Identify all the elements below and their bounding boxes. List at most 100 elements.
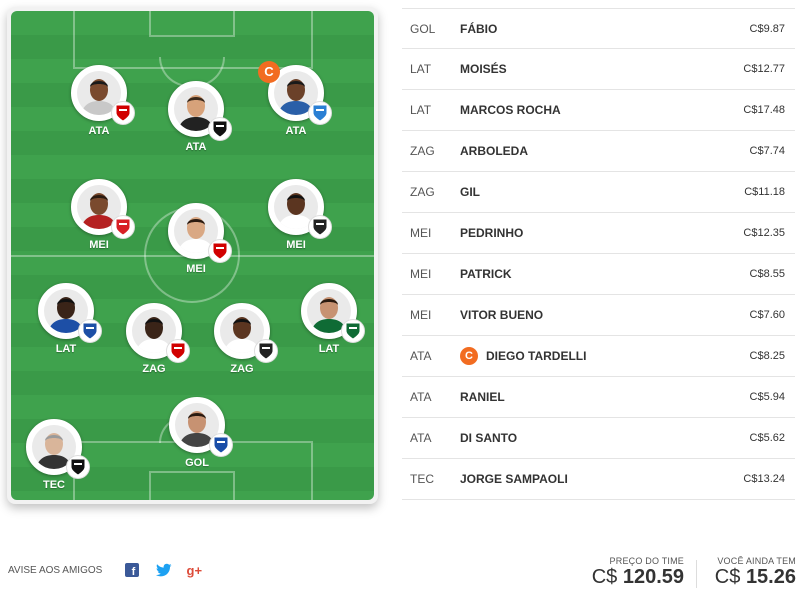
field-player[interactable]: C ATA xyxy=(251,61,341,137)
list-item[interactable]: MEI PEDRINHO C$12.35 xyxy=(402,213,795,254)
list-item[interactable]: ZAG GIL C$11.18 xyxy=(402,172,795,213)
team-price-label: PREÇO DO TIME xyxy=(609,556,684,566)
corinthians-crest-icon xyxy=(308,215,332,239)
list-player-name: ARBOLEDA xyxy=(460,144,705,158)
list-item[interactable]: ATA DI SANTO C$5.62 xyxy=(402,418,795,459)
list-player-name: PATRICK xyxy=(460,267,705,281)
list-item[interactable]: MEI PATRICK C$8.55 xyxy=(402,254,795,295)
list-player-name: C DIEGO TARDELLI xyxy=(460,347,705,365)
santos-crest-icon xyxy=(66,455,90,479)
player-photo xyxy=(38,283,102,343)
player-name-text: VITOR BUENO xyxy=(460,308,544,322)
twitter-icon[interactable] xyxy=(156,562,172,578)
list-item[interactable]: LAT MARCOS ROCHA C$17.48 xyxy=(402,90,795,131)
list-item[interactable]: ZAG ARBOLEDA C$7.74 xyxy=(402,131,795,172)
cruzeiro-crest-icon xyxy=(209,433,233,457)
team-price-value: C$ 120.59 xyxy=(588,566,684,589)
sao-paulo-crest-icon xyxy=(166,339,190,363)
player-position-label: ATA xyxy=(88,125,110,137)
list-price: C$17.48 xyxy=(743,104,785,116)
player-position-label: MEI xyxy=(186,263,206,275)
list-player-name: MARCOS ROCHA xyxy=(460,103,705,117)
field-player[interactable]: LAT xyxy=(284,283,374,355)
player-photo xyxy=(71,65,135,125)
list-price: C$5.94 xyxy=(749,391,785,403)
goal-box-bottom xyxy=(149,471,235,500)
list-position: ZAG xyxy=(410,185,435,199)
list-price: C$12.77 xyxy=(743,63,785,75)
field-player[interactable]: LAT xyxy=(21,283,111,355)
bahia-crest-icon xyxy=(78,319,102,343)
player-name-text: DIEGO TARDELLI xyxy=(486,349,587,363)
list-position: LAT xyxy=(410,103,432,117)
list-item[interactable]: TEC JORGE SAMPAOLI C$13.24 xyxy=(402,459,795,500)
share-bar: AVISE AOS AMIGOS f g+ xyxy=(8,562,202,578)
list-position: ATA xyxy=(410,431,432,445)
corinthians-crest-icon xyxy=(254,339,278,363)
field-player[interactable]: ZAG xyxy=(109,303,199,375)
list-player-name: DI SANTO xyxy=(460,431,705,445)
list-item[interactable]: ATA RANIEL C$5.94 xyxy=(402,377,795,418)
list-player-name: FÁBIO xyxy=(460,22,705,36)
field-player[interactable]: MEI xyxy=(54,179,144,251)
field-player[interactable]: MEI xyxy=(251,179,341,251)
captain-icon: C xyxy=(460,347,478,365)
facebook-glyph: f xyxy=(132,566,136,577)
list-position: TEC xyxy=(410,472,434,486)
player-name-text: FÁBIO xyxy=(460,21,498,36)
list-player-name: VITOR BUENO xyxy=(460,308,705,322)
goal-box-top xyxy=(149,11,235,37)
player-name-text: GIL xyxy=(460,185,480,199)
field-player[interactable]: TEC xyxy=(11,419,99,491)
remaining-value: C$ 15.26 xyxy=(704,566,796,589)
player-photo xyxy=(26,419,90,479)
player-position-label: TEC xyxy=(43,479,65,491)
remaining-stat: VOCÊ AINDA TEM C$ 15.26 xyxy=(704,556,796,589)
remaining-number: 15.26 xyxy=(745,566,796,588)
player-photo xyxy=(126,303,190,363)
google-plus-icon[interactable]: g+ xyxy=(186,562,203,578)
player-position-label: LAT xyxy=(55,343,77,355)
field-player[interactable]: ATA xyxy=(151,81,241,153)
list-price: C$8.25 xyxy=(749,350,785,362)
list-price: C$7.60 xyxy=(749,309,785,321)
list-item[interactable]: GOL FÁBIO C$9.87 xyxy=(402,8,795,49)
player-name-text: RANIEL xyxy=(460,390,505,404)
list-item[interactable]: MEI VITOR BUENO C$7.60 xyxy=(402,295,795,336)
player-photo xyxy=(168,81,232,141)
list-price: C$12.35 xyxy=(743,227,785,239)
list-price: C$11.18 xyxy=(744,186,785,198)
list-price: C$5.62 xyxy=(749,432,785,444)
player-position-label: ZAG xyxy=(230,363,254,375)
player-name-text: DI SANTO xyxy=(460,431,518,445)
player-position-label: MEI xyxy=(89,239,109,251)
player-photo xyxy=(169,397,233,457)
list-position: ATA xyxy=(410,390,432,404)
list-price: C$9.87 xyxy=(749,22,785,35)
list-player-name: GIL xyxy=(460,185,705,199)
player-name-text: ARBOLEDA xyxy=(460,144,528,158)
field-player[interactable]: GOL xyxy=(152,397,242,469)
field-player[interactable]: ATA xyxy=(54,65,144,137)
facebook-icon[interactable]: f xyxy=(124,562,140,578)
player-position-label: ZAG xyxy=(142,363,166,375)
sao-paulo-crest-icon xyxy=(208,239,232,263)
list-item[interactable]: ATA C DIEGO TARDELLI C$8.25 xyxy=(402,336,795,377)
list-player-name: RANIEL xyxy=(460,390,705,404)
list-price: C$13.24 xyxy=(743,473,785,485)
field-panel: ATA ATA C ATA MEI MEI MEI LAT ZAG ZAG LAT TEC GOL xyxy=(7,7,378,504)
field-player[interactable]: ZAG xyxy=(197,303,287,375)
list-item[interactable]: LAT MOISÉS C$12.77 xyxy=(402,49,795,90)
field-player[interactable]: MEI xyxy=(151,203,241,275)
player-photo xyxy=(301,283,365,343)
palmeiras-crest-icon xyxy=(341,319,365,343)
player-photo xyxy=(268,179,332,239)
player-position-label: LAT xyxy=(318,343,340,355)
player-position-label: ATA xyxy=(185,141,207,153)
list-position: GOL xyxy=(410,21,436,36)
stats-divider xyxy=(696,560,697,588)
sao-paulo-crest-icon xyxy=(111,101,135,125)
atletico-mg-crest-icon xyxy=(208,117,232,141)
player-name-text: PATRICK xyxy=(460,267,512,281)
list-position: ATA xyxy=(410,349,432,363)
